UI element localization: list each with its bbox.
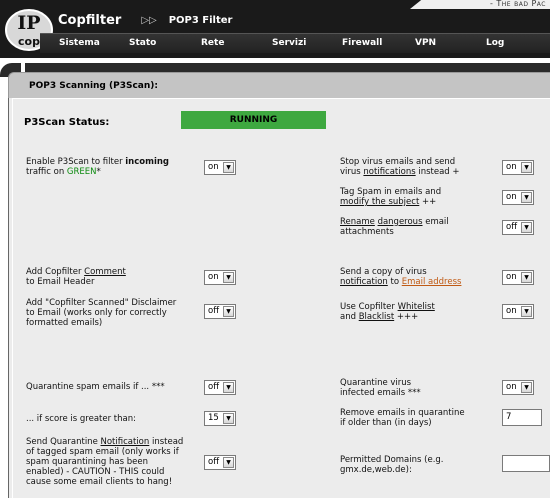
section-title: POP3 Scanning (P3Scan): (29, 81, 158, 91)
comment-label: Add Copfilter Comment to Email Header (26, 267, 126, 287)
header: - The bad Pac IP cop Copfilter ▷▷ POP3 F… (0, 0, 550, 58)
tab-vpn[interactable]: VPN (415, 38, 436, 48)
page-title: POP3 Filter (168, 15, 233, 26)
status-label: P3Scan Status: (24, 117, 110, 128)
rename-attachments-label: Rename dangerous email attachments (340, 217, 449, 237)
disclaimer-label: Add "Copfilter Scanned" Disclaimer to Em… (26, 298, 177, 328)
send-quarantine-notification-label: Send Quarantine Notification instead of … (26, 437, 184, 487)
rename-attachments-select[interactable]: off ▼ (502, 220, 534, 235)
tagline-bar: - The bad Pac (410, 0, 550, 9)
svg-text:IP: IP (17, 12, 40, 34)
notification-link[interactable]: Notification (101, 437, 150, 447)
rename-link[interactable]: Rename (340, 217, 375, 227)
score-label: ... if score is greater than: (26, 414, 136, 424)
email-address-link[interactable]: Email address (402, 277, 462, 287)
tag-spam-select[interactable]: on ▼ (502, 190, 534, 205)
dropdown-arrow-icon: ▼ (521, 382, 532, 393)
stop-virus-label: Stop virus emails and send virus notific… (340, 157, 460, 177)
enable-p3scan-label: Enable P3Scan to filter incoming traffic… (26, 157, 170, 177)
dropdown-arrow-icon: ▼ (223, 306, 234, 317)
quarantine-spam-label: Quarantine spam emails if ... *** (26, 382, 165, 392)
tab-log[interactable]: Log (486, 38, 504, 48)
permitted-domains-label: Permitted Domains (e.g. gmx.de,web.de): (340, 455, 444, 475)
comment-select[interactable]: on ▼ (204, 270, 236, 285)
breadcrumb: Copfilter ▷▷ POP3 Filter (58, 13, 232, 28)
dropdown-arrow-icon: ▼ (521, 192, 532, 203)
quarantine-virus-label: Quarantine virus infected emails *** (340, 378, 421, 398)
send-copy-select[interactable]: on ▼ (502, 270, 534, 285)
tagline: - The bad Pac (489, 0, 546, 8)
dropdown-arrow-icon: ▼ (223, 413, 234, 424)
status-badge: RUNNING (181, 111, 326, 129)
dropdown-arrow-icon: ▼ (521, 162, 532, 173)
score-select[interactable]: 15 ▼ (204, 411, 236, 426)
notifications-link[interactable]: notifications (363, 167, 415, 177)
notification-link[interactable]: notification (340, 277, 388, 287)
tag-spam-label: Tag Spam in emails and modify the subjec… (340, 187, 442, 207)
send-copy-label: Send a copy of virus notification to Ema… (340, 267, 462, 287)
dropdown-arrow-icon: ▼ (223, 457, 234, 468)
tab-servizi[interactable]: Servizi (272, 38, 306, 48)
dropdown-arrow-icon: ▼ (223, 382, 234, 393)
tab-rete[interactable]: Rete (201, 38, 224, 48)
whitelist-label: Use Copfilter Whitelist and Blacklist ++… (340, 302, 435, 322)
send-quarantine-notification-select[interactable]: off ▼ (204, 455, 236, 470)
dropdown-arrow-icon: ▼ (521, 306, 532, 317)
dropdown-arrow-icon: ▼ (521, 272, 532, 283)
disclaimer-select[interactable]: off ▼ (204, 304, 236, 319)
whitelist-link[interactable]: Whitelist (398, 302, 435, 312)
dropdown-arrow-icon: ▼ (521, 222, 532, 233)
section-header: POP3 Scanning (P3Scan): (8, 72, 550, 98)
remove-emails-label: Remove emails in quarantine if older tha… (340, 408, 465, 428)
tab-sistema[interactable]: Sistema (59, 38, 100, 48)
stop-virus-select[interactable]: on ▼ (502, 160, 534, 175)
remove-days-input[interactable]: 7 (502, 409, 542, 426)
breadcrumb-separator-icon: ▷▷ (141, 15, 157, 26)
main-nav: Sistema Stato Rete Servizi Firewall VPN … (40, 33, 550, 53)
dangerous-link[interactable]: dangerous (378, 217, 423, 227)
quarantine-spam-select[interactable]: off ▼ (204, 380, 236, 395)
blacklist-link[interactable]: Blacklist (359, 312, 394, 322)
modify-subject-link[interactable]: modify the subject (340, 197, 419, 207)
permitted-domains-input[interactable] (502, 455, 550, 472)
comment-link[interactable]: Comment (84, 267, 126, 277)
dropdown-arrow-icon: ▼ (223, 162, 234, 173)
svg-text:cop: cop (18, 35, 40, 48)
whitelist-select[interactable]: on ▼ (502, 304, 534, 319)
quarantine-virus-select[interactable]: on ▼ (502, 380, 534, 395)
enable-p3scan-select[interactable]: on ▼ (204, 160, 236, 175)
tab-firewall[interactable]: Firewall (342, 38, 382, 48)
app-name[interactable]: Copfilter (58, 13, 121, 28)
dropdown-arrow-icon: ▼ (223, 272, 234, 283)
tab-stato[interactable]: Stato (129, 38, 156, 48)
